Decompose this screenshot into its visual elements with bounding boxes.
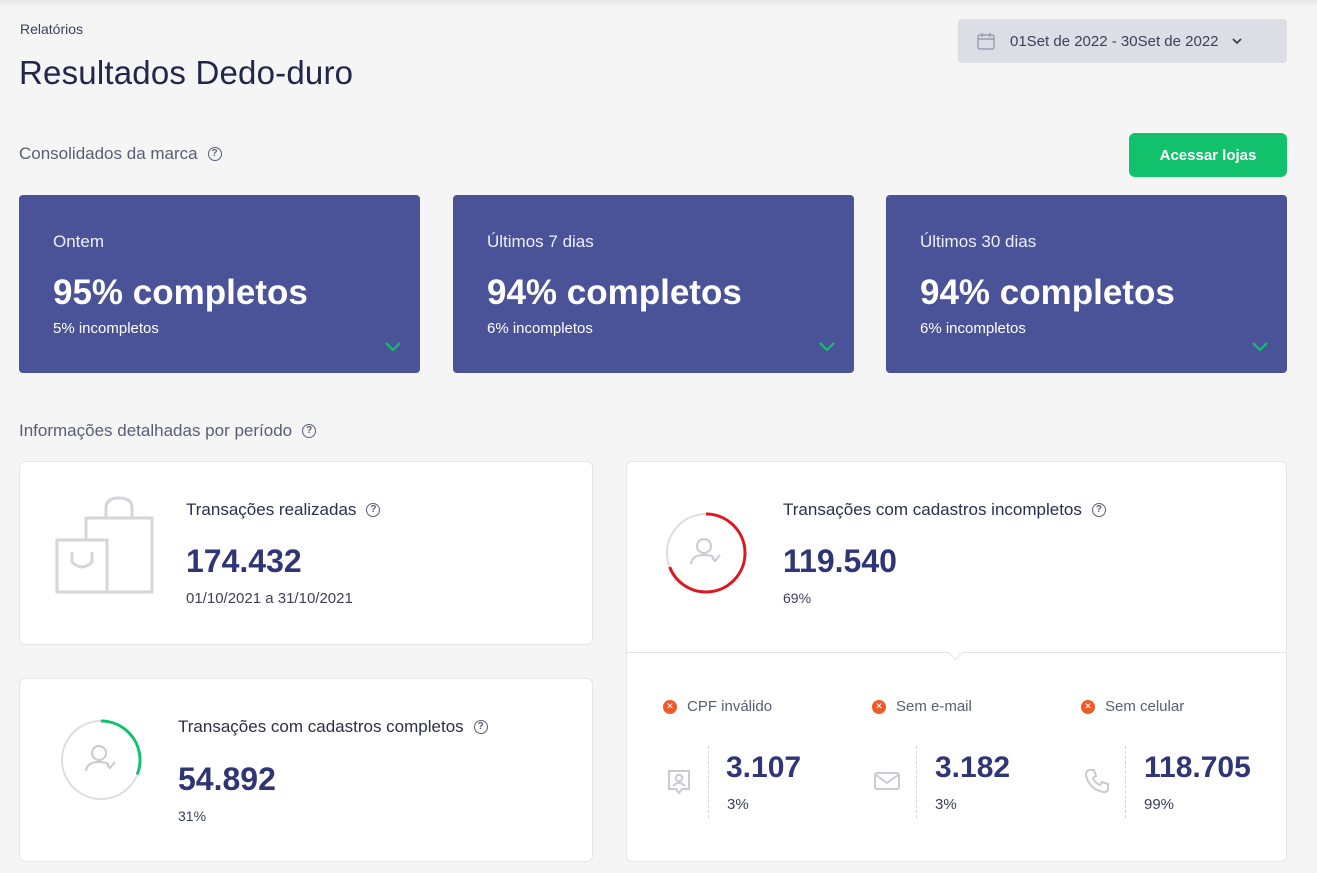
page-title: Resultados Dedo-duro bbox=[19, 54, 354, 91]
error-icon: ✕ bbox=[872, 699, 886, 714]
phone-icon bbox=[1085, 769, 1109, 794]
incomplete-value: 119.540 bbox=[783, 543, 897, 579]
issue-value: 118.705 bbox=[1144, 751, 1251, 784]
user-check-icon bbox=[690, 538, 721, 565]
error-icon: ✕ bbox=[663, 699, 677, 714]
detailed-title-text: Informações detalhadas por período bbox=[19, 421, 293, 440]
incomplete-card: Transações com cadastros incompletos ? 1… bbox=[626, 461, 1287, 862]
help-icon[interactable]: ? bbox=[1091, 503, 1106, 517]
kpi-incomplete: 6% incompletos bbox=[487, 320, 593, 337]
complete-label-row: Transações com cadastros completos ? bbox=[178, 717, 488, 737]
consolidated-title-text: Consolidados da marca bbox=[19, 144, 198, 163]
kpi-card-yesterday: Ontem 95% completos 5% incompletos bbox=[19, 195, 420, 373]
issue-pct: 99% bbox=[1144, 796, 1175, 813]
detailed-section-title: Informações detalhadas por período ? bbox=[19, 421, 317, 441]
kpi-period: Últimos 7 dias bbox=[487, 232, 594, 251]
complete-progress-ring bbox=[60, 719, 142, 801]
help-icon[interactable]: ? bbox=[207, 147, 222, 161]
kpi-incomplete: 6% incompletos bbox=[920, 320, 1026, 337]
kpi-incomplete: 5% incompletos bbox=[53, 320, 159, 337]
date-range-picker[interactable]: 01Set de 2022 - 30Set de 2022 bbox=[958, 19, 1287, 63]
incomplete-label: Transações com cadastros incompletos bbox=[783, 500, 1082, 519]
issue-label: CPF inválido bbox=[687, 698, 773, 715]
chevron-down-icon[interactable] bbox=[1251, 341, 1269, 353]
incomplete-progress-ring bbox=[665, 512, 747, 594]
mail-icon bbox=[874, 772, 900, 790]
incomplete-pct: 69% bbox=[783, 590, 812, 606]
issue-pct: 3% bbox=[935, 796, 957, 813]
transactions-card: Transações realizadas ? 174.432 01/10/20… bbox=[19, 461, 593, 645]
error-icon: ✕ bbox=[1081, 699, 1095, 714]
kpi-complete: 94% completos bbox=[920, 273, 1175, 312]
issue-value: 3.182 bbox=[935, 751, 1011, 784]
id-card-icon bbox=[668, 770, 690, 795]
complete-label: Transações com cadastros completos bbox=[178, 717, 464, 736]
issue-cpf-header: ✕ CPF inválido bbox=[663, 698, 772, 715]
calendar-icon bbox=[977, 33, 995, 50]
consolidated-section-title: Consolidados da marca ? bbox=[19, 144, 222, 164]
kpi-complete: 94% completos bbox=[487, 273, 742, 312]
date-range-label: 01Set de 2022 - 30Set de 2022 bbox=[1010, 32, 1219, 50]
incomplete-label-row: Transações com cadastros incompletos ? bbox=[783, 500, 1106, 520]
complete-value: 54.892 bbox=[178, 761, 276, 797]
breadcrumb[interactable]: Relatórios bbox=[20, 21, 83, 37]
help-icon[interactable]: ? bbox=[473, 720, 488, 734]
kpi-card-30-days: Últimos 30 dias 94% completos 6% incompl… bbox=[886, 195, 1287, 373]
dashed-divider bbox=[1125, 746, 1126, 818]
help-icon[interactable]: ? bbox=[302, 424, 317, 438]
transactions-label: Transações realizadas bbox=[186, 500, 357, 519]
dashed-divider bbox=[916, 746, 917, 818]
dashed-divider bbox=[708, 746, 709, 818]
chevron-down-icon[interactable] bbox=[384, 341, 402, 353]
issue-phone-header: ✕ Sem celular bbox=[1081, 698, 1184, 715]
top-shadow bbox=[0, 0, 1317, 6]
shopping-bags-icon bbox=[55, 496, 154, 594]
issue-label: Sem celular bbox=[1105, 698, 1185, 715]
user-check-icon bbox=[85, 745, 116, 772]
chevron-down-icon bbox=[1231, 38, 1242, 45]
transactions-value: 174.432 bbox=[186, 543, 302, 579]
complete-card: Transações com cadastros completos ? 54.… bbox=[19, 678, 593, 862]
kpi-card-7-days: Últimos 7 dias 94% completos 6% incomple… bbox=[453, 195, 854, 373]
complete-pct: 31% bbox=[178, 808, 207, 824]
issue-label: Sem e-mail bbox=[896, 698, 972, 715]
transactions-label-row: Transações realizadas ? bbox=[186, 500, 381, 520]
access-stores-button[interactable]: Acessar lojas bbox=[1129, 133, 1287, 177]
transactions-range: 01/10/2021 a 31/10/2021 bbox=[186, 590, 353, 607]
kpi-complete: 95% completos bbox=[53, 273, 308, 312]
chevron-down-icon[interactable] bbox=[818, 341, 836, 353]
kpi-period: Ontem bbox=[53, 232, 105, 251]
issue-pct: 3% bbox=[727, 796, 749, 813]
issue-email-header: ✕ Sem e-mail bbox=[872, 698, 972, 715]
divider-pointer bbox=[947, 644, 964, 661]
kpi-period: Últimos 30 dias bbox=[920, 232, 1037, 251]
help-icon[interactable]: ? bbox=[366, 503, 381, 517]
issue-value: 3.107 bbox=[726, 751, 802, 784]
